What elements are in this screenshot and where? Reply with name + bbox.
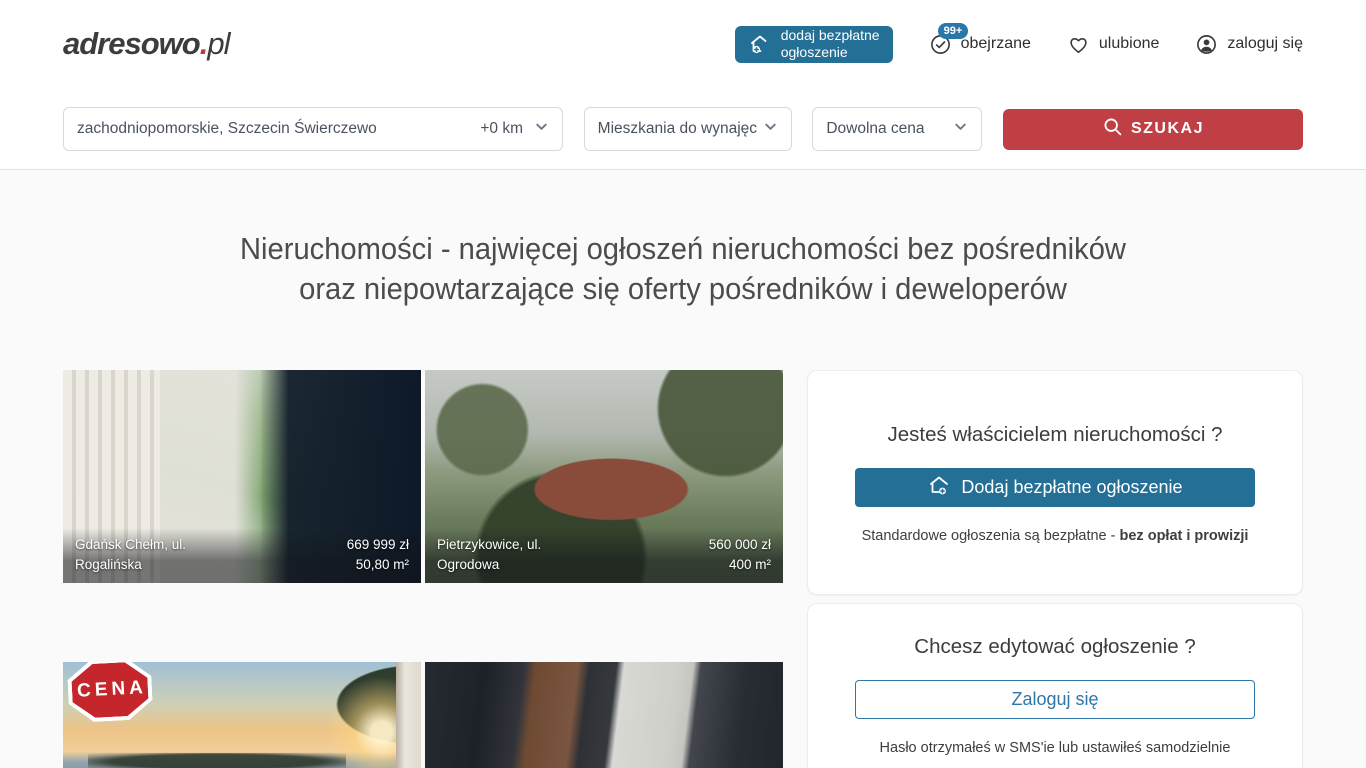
listing-card-2[interactable]: Pietrzykowice, ul. Ogrodowa 560 000 zł 4… (425, 370, 783, 583)
owner-card-title: Jesteś właścicielem nieruchomości ? (808, 423, 1302, 447)
location-input[interactable]: zachodniopomorskie, Szczecin Świerczewo … (63, 107, 563, 151)
price-select[interactable]: Dowolna cena (812, 107, 982, 151)
listing-location: Pietrzykowice, ul. (437, 535, 541, 555)
sidebar-add-listing-label: Dodaj bezpłatne ogłoszenie (961, 477, 1182, 498)
sidebar: Jesteś właścicielem nieruchomości ? Doda… (807, 370, 1303, 768)
radius-value: +0 km (480, 120, 523, 138)
logo-main: adresowo (63, 26, 200, 61)
page-title: Nieruchomości - najwięcej ogłoszeń nieru… (41, 229, 1325, 309)
listing-photo (425, 662, 783, 768)
edit-card-note: Hasło otrzymałeś w SMS'ie lub ustawiłeś … (808, 740, 1302, 756)
owner-card: Jesteś właścicielem nieruchomości ? Doda… (807, 370, 1303, 595)
search-button-label: SZUKAJ (1131, 120, 1204, 138)
old-price-overlay: 120 zł /m2 (68, 764, 258, 768)
viewed-count-badge: 99+ (938, 23, 969, 39)
nav-viewed[interactable]: 99+ obejrzane (929, 33, 1031, 56)
house-plus-icon (927, 473, 951, 502)
listing-caption: Pietrzykowice, ul. Ogrodowa 560 000 zł 4… (425, 528, 783, 583)
listing-card-1[interactable]: Gdańsk Chełm, ul. Rogalińska 669 999 zł … (63, 370, 421, 583)
house-plus-icon (748, 32, 772, 56)
radius-select[interactable]: +0 km (480, 119, 549, 139)
price-drop-badge-label: CENA (71, 662, 150, 719)
location-value: zachodniopomorskie, Szczecin Świerczewo (77, 120, 377, 138)
nav-favorites-label: ulubione (1099, 35, 1160, 53)
logo[interactable]: adresowo.pl (63, 26, 229, 62)
add-listing-button[interactable]: dodaj bezpłatne ogłoszenie (735, 26, 893, 63)
price-value: Dowolna cena (826, 120, 924, 138)
header-actions: dodaj bezpłatne ogłoszenie 99+ obejrzane (735, 26, 1303, 63)
listing-price: 560 000 zł (709, 535, 771, 555)
chevron-down-icon (763, 119, 778, 139)
search-button[interactable]: SZUKAJ (1003, 109, 1303, 150)
nav-login-label: zaloguj się (1227, 35, 1303, 53)
owner-card-note-bold: bez opłat i prowizji (1120, 528, 1249, 544)
nav-login[interactable]: zaloguj się (1195, 33, 1303, 56)
old-price-unit: /m2 (189, 764, 257, 768)
header: adresowo.pl dodaj bezpłatne ogłoszenie (0, 0, 1366, 170)
listing-card-4[interactable]: Warszawa Praga Północ 550 000 zł (425, 662, 783, 768)
search-icon (1102, 116, 1123, 142)
listing-location: Gdańsk Chełm, ul. (75, 535, 186, 555)
nav-favorites[interactable]: ulubione (1067, 33, 1160, 56)
edit-card-title: Chcesz edytować ogłoszenie ? (808, 635, 1302, 659)
listing-card-3[interactable]: CENA 120 zł /m2 Elganowo 352 000 zł (63, 662, 421, 768)
category-value: Mieszkania do wynajęc (598, 120, 757, 138)
listing-area: 400 m² (709, 555, 771, 575)
add-listing-label: dodaj bezpłatne ogłoszenie (781, 27, 880, 61)
owner-card-note: Standardowe ogłoszenia są bezpłatne - be… (808, 528, 1302, 544)
listing-price: 669 999 zł (347, 535, 409, 555)
search-bar: zachodniopomorskie, Szczecin Świerczewo … (63, 107, 1303, 169)
old-price-value: 120 zł (68, 764, 178, 768)
listing-caption: Gdańsk Chełm, ul. Rogalińska 669 999 zł … (63, 528, 421, 583)
heart-icon (1067, 33, 1090, 56)
sidebar-add-listing-button[interactable]: Dodaj bezpłatne ogłoszenie (855, 468, 1255, 507)
sidebar-login-label: Zaloguj się (1011, 689, 1098, 710)
logo-tld: pl (207, 26, 229, 61)
listing-street: Ogrodowa (437, 555, 541, 575)
listings-grid: Gdańsk Chełm, ul. Rogalińska 669 999 zł … (63, 370, 783, 768)
main-content: Nieruchomości - najwięcej ogłoszeń nieru… (0, 229, 1366, 768)
listing-area: 50,80 m² (347, 555, 409, 575)
edit-card: Chcesz edytować ogłoszenie ? Zaloguj się… (807, 603, 1303, 768)
chevron-down-icon (953, 119, 968, 139)
chevron-down-icon (534, 119, 549, 139)
category-select[interactable]: Mieszkania do wynajęc (584, 107, 792, 151)
sidebar-login-button[interactable]: Zaloguj się (855, 680, 1255, 719)
check-circle-icon: 99+ (929, 33, 952, 56)
nav-viewed-label: obejrzane (961, 35, 1031, 53)
listing-street: Rogalińska (75, 555, 186, 575)
user-icon (1195, 33, 1218, 56)
